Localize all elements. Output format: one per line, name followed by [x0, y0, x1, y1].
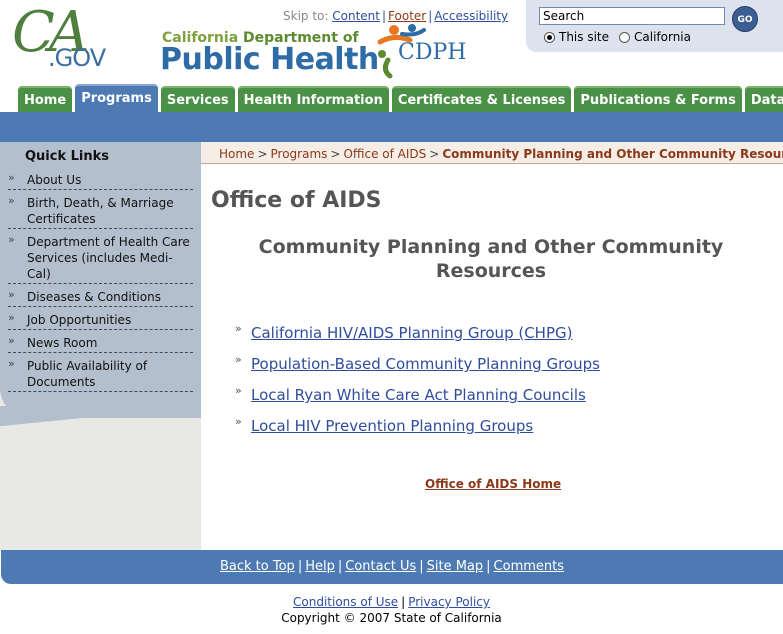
list-item: » Local Ryan White Care Act Planning Coun… [235, 384, 600, 417]
footer-contact-us[interactable]: Contact Us [345, 559, 416, 574]
tab-programs[interactable]: Programs [75, 84, 158, 112]
conditions-of-use-link[interactable]: Conditions of Use [293, 595, 398, 609]
double-chevron-icon: » [8, 233, 15, 246]
quick-link-label: About Us [27, 173, 82, 187]
quick-links-list: » About Us » Birth, Death, & Marriage Cert… [8, 171, 193, 397]
separator: | [297, 559, 303, 574]
quick-link-jobs[interactable]: » Job Opportunities [8, 311, 193, 330]
skip-content-link[interactable]: Content [332, 9, 380, 23]
breadcrumb-programs[interactable]: Programs [271, 147, 328, 161]
breadcrumb-separator: > [330, 147, 341, 161]
separator: | [486, 559, 491, 574]
separator: | [337, 559, 343, 574]
ca-gov-logo-text: .GOV [48, 44, 106, 72]
footer-bar: Back to Top | Help | Contact Us | Site Map | Com… [1, 550, 783, 584]
search-panel: GO This site California [526, 0, 783, 52]
breadcrumb: Home > Programs > Office of AIDS > Community P… [201, 142, 783, 164]
cdph-logo[interactable]: California Department of Public Health C… [160, 24, 470, 84]
quick-links-heading: Quick Links [25, 149, 110, 164]
double-chevron-icon: » [235, 322, 242, 335]
footer-bottom: Conditions of Use | Privacy Policy Copyrig… [0, 594, 783, 626]
radio-selected-icon[interactable] [544, 31, 555, 43]
tab-services[interactable]: Services [160, 86, 235, 112]
quick-link-diseases[interactable]: » Diseases & Conditions [8, 288, 193, 307]
cdph-emblem-word: CDPH [398, 40, 467, 65]
main-nav: Home Programs Services Health Informatio… [18, 84, 783, 112]
double-chevron-icon: » [8, 334, 15, 347]
list-item: » California HIV/AIDS Planning Group (CHP… [235, 322, 600, 355]
page-title: Office of AIDS [211, 188, 382, 213]
quick-link-dhcs[interactable]: » Department of Health Care Services (inc… [8, 233, 193, 284]
radio-unselected-icon[interactable] [619, 31, 631, 43]
breadcrumb-office-of-aids[interactable]: Office of AIDS [343, 147, 426, 161]
skip-accessibility-link[interactable]: Accessibility [434, 9, 508, 23]
link-population-based-groups[interactable]: Population-Based Community Planning Grou… [251, 355, 600, 373]
list-item: » Local HIV Prevention Planning Groups [235, 415, 600, 448]
separator: | [419, 559, 424, 574]
double-chevron-icon: » [235, 415, 242, 428]
skip-footer-link[interactable]: Footer [388, 9, 426, 23]
tab-publications-forms[interactable]: Publications & Forms [574, 86, 742, 112]
double-chevron-icon: » [8, 357, 15, 370]
breadcrumb-current: Community Planning and Other Community R… [442, 147, 783, 161]
subnav-bar [0, 112, 783, 142]
skip-label: Skip to: [283, 9, 329, 23]
breadcrumb-separator: > [257, 147, 268, 161]
footer-help[interactable]: Help [305, 559, 335, 574]
quick-link-about-us[interactable]: » About Us [8, 171, 193, 190]
office-of-aids-home: Office of AIDS Home [425, 477, 561, 491]
privacy-policy-link[interactable]: Privacy Policy [408, 595, 490, 609]
footer-legal-links: Conditions of Use | Privacy Policy [0, 594, 783, 610]
quick-link-label: Birth, Death, & Marriage Certificates [27, 196, 174, 226]
double-chevron-icon: » [8, 171, 15, 184]
quick-link-label: Public Availability of Documents [27, 359, 148, 389]
link-hiv-prevention-groups[interactable]: Local HIV Prevention Planning Groups [251, 417, 533, 435]
search-input[interactable] [539, 7, 725, 25]
ca-gov-logo[interactable]: CA .GOV [12, 0, 122, 76]
office-of-aids-home-link[interactable]: Office of AIDS Home [425, 477, 561, 491]
double-chevron-icon: » [8, 288, 15, 301]
search-scope-label: California [634, 30, 691, 44]
double-chevron-icon: » [235, 353, 242, 366]
separator: | [381, 9, 387, 23]
section-title: Community Planning and Other Community R… [258, 236, 724, 282]
tab-home[interactable]: Home [18, 86, 73, 112]
list-item: » Population-Based Community Planning Gro… [235, 353, 600, 386]
quick-links-panel: Quick Links » About Us » Birth, Death, & M… [0, 142, 201, 426]
quick-link-label: Department of Health Care Services (incl… [27, 235, 190, 281]
search-scope: This site California [544, 30, 701, 44]
footer-back-to-top[interactable]: Back to Top [220, 559, 295, 574]
quick-link-public-documents[interactable]: » Public Availability of Documents [8, 357, 193, 392]
cdph-emblem-icon: CDPH [372, 20, 466, 80]
search-scope-california[interactable]: California [619, 30, 691, 44]
footer-comments[interactable]: Comments [494, 559, 564, 574]
footer-site-map[interactable]: Site Map [427, 559, 484, 574]
link-chpg[interactable]: California HIV/AIDS Planning Group (CHPG… [251, 324, 572, 342]
copyright: Copyright © 2007 State of California [281, 611, 502, 625]
double-chevron-icon: » [8, 311, 15, 324]
double-chevron-icon: » [235, 384, 242, 397]
tab-health-information[interactable]: Health Information [237, 86, 389, 112]
search-scope-this-site[interactable]: This site [544, 30, 609, 44]
breadcrumb-home[interactable]: Home [219, 147, 254, 161]
skip-links: Skip to: Content | Footer | Accessibility [283, 9, 508, 23]
search-go-button[interactable]: GO [732, 6, 758, 32]
separator: | [401, 595, 406, 609]
quick-link-label: Diseases & Conditions [27, 290, 161, 304]
breadcrumb-separator: > [429, 147, 440, 161]
tab-data[interactable]: Data [744, 86, 783, 112]
quick-link-certificates[interactable]: » Birth, Death, & Marriage Certificates [8, 194, 193, 229]
double-chevron-icon: » [8, 194, 15, 207]
quick-link-label: News Room [27, 336, 98, 350]
cdph-logo-line2: Public Health [160, 42, 379, 77]
quick-link-news-room[interactable]: » News Room [8, 334, 193, 353]
header: CA .GOV California Department of Public … [0, 0, 783, 112]
search-scope-label: This site [559, 30, 610, 44]
sidebar: Quick Links » About Us » Birth, Death, & M… [0, 142, 201, 550]
tab-certificates-licenses[interactable]: Certificates & Licenses [391, 86, 572, 112]
resource-links: » California HIV/AIDS Planning Group (CHP… [235, 322, 600, 448]
quick-link-label: Job Opportunities [27, 313, 132, 327]
link-ryan-white-councils[interactable]: Local Ryan White Care Act Planning Counc… [251, 386, 586, 404]
main-content: Office of AIDS Community Planning and Ot… [201, 164, 783, 550]
